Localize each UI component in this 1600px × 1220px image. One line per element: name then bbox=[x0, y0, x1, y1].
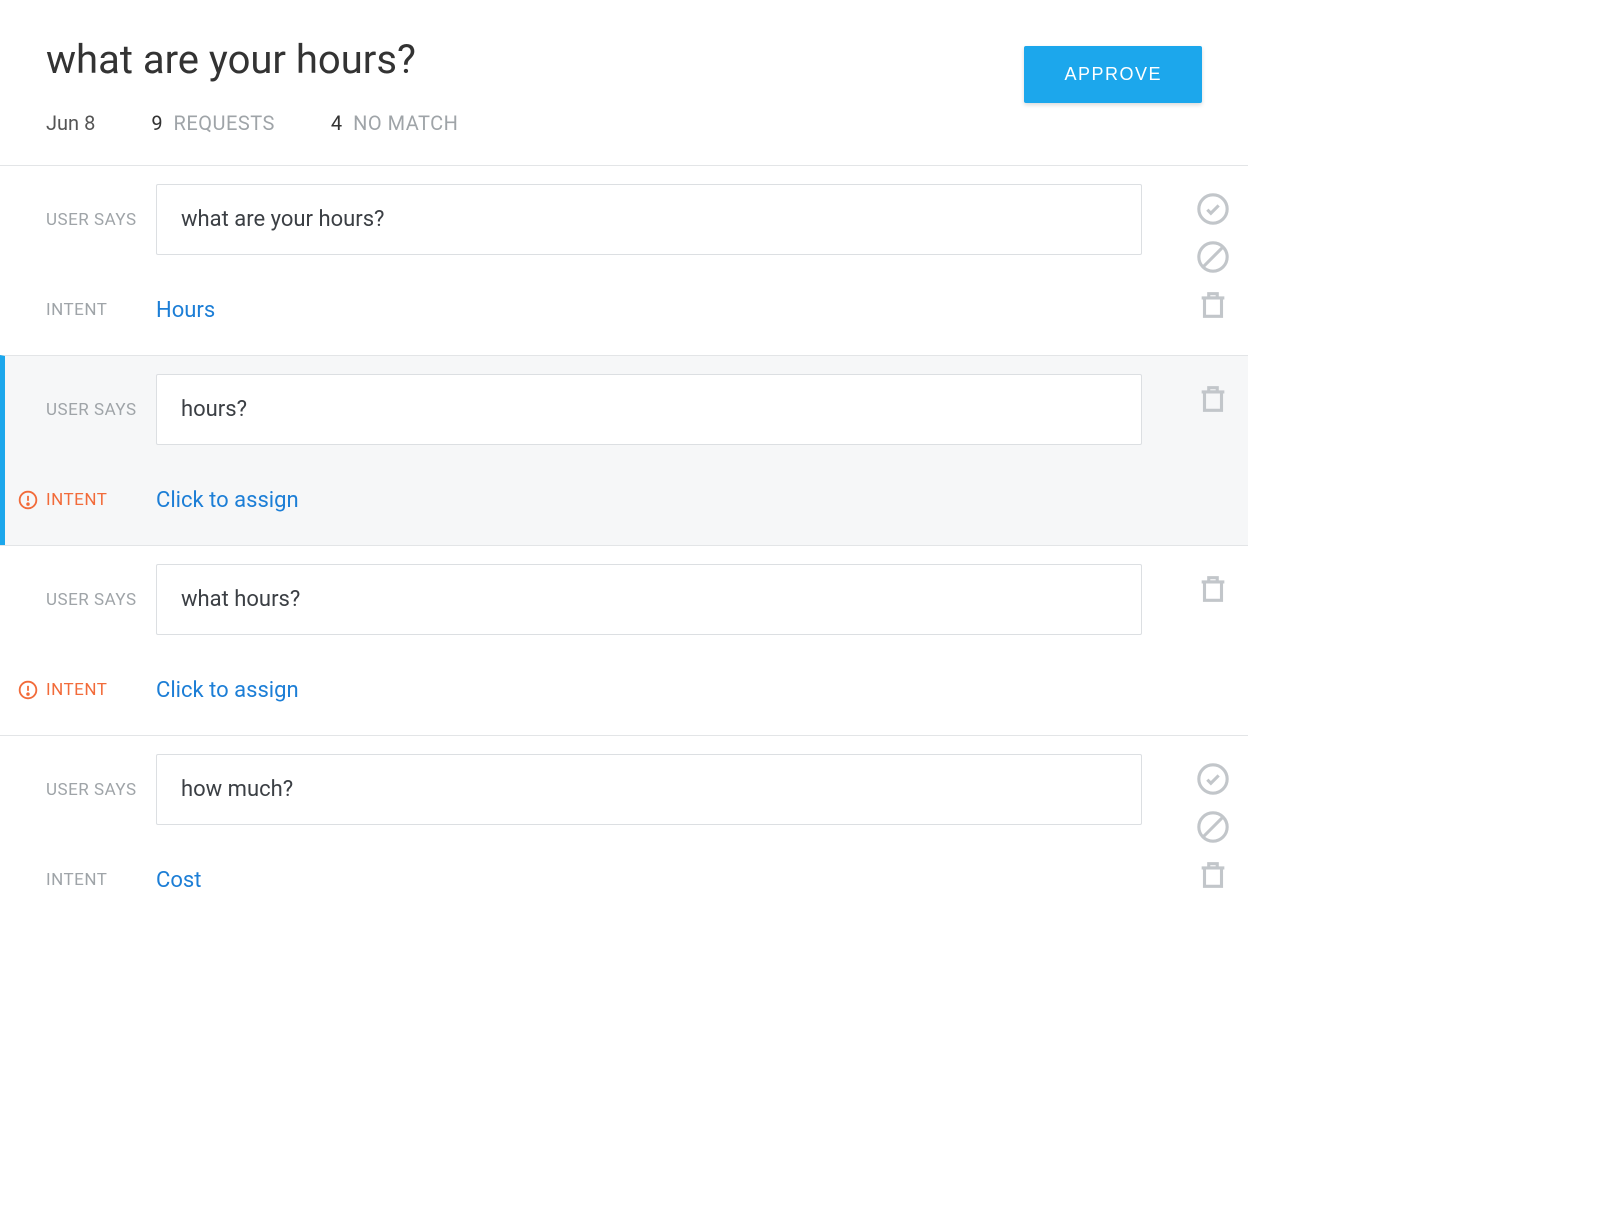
user-says-input[interactable] bbox=[156, 564, 1142, 635]
user-says-label: USER SAYS bbox=[46, 780, 156, 800]
approve-button[interactable]: APPROVE bbox=[1024, 46, 1202, 103]
intent-label: INTENT bbox=[46, 870, 156, 890]
user-says-input[interactable] bbox=[156, 184, 1142, 255]
training-row: USER SAYS INTENT Click to assign bbox=[0, 545, 1248, 735]
nomatch-label: NO MATCH bbox=[353, 111, 458, 135]
trash-icon[interactable] bbox=[1196, 572, 1230, 606]
approve-icon[interactable] bbox=[1196, 192, 1230, 226]
intent-label-text: INTENT bbox=[46, 490, 107, 510]
intent-link[interactable]: Cost bbox=[156, 868, 201, 893]
nomatch-count: 4 bbox=[331, 111, 342, 135]
intent-assign-link[interactable]: Click to assign bbox=[156, 678, 299, 703]
trash-icon[interactable] bbox=[1196, 288, 1230, 322]
intent-label: INTENT bbox=[46, 300, 156, 320]
training-row: USER SAYS INTENT Hours bbox=[0, 165, 1248, 355]
requests-count: 9 bbox=[151, 111, 162, 135]
intent-label-text: INTENT bbox=[46, 680, 107, 700]
meta-nomatch: 4 NO MATCH bbox=[331, 111, 459, 135]
user-says-input[interactable] bbox=[156, 754, 1142, 825]
training-row: USER SAYS INTENT Cost bbox=[0, 735, 1248, 925]
training-row: USER SAYS INTENT Click to assign bbox=[0, 355, 1248, 545]
meta-requests: 9 REQUESTS bbox=[151, 111, 275, 135]
user-says-input[interactable] bbox=[156, 374, 1142, 445]
page-title: what are your hours? bbox=[46, 36, 1024, 83]
intent-link[interactable]: Hours bbox=[156, 298, 215, 323]
alert-icon bbox=[18, 490, 38, 510]
requests-label: REQUESTS bbox=[174, 111, 275, 135]
approve-icon[interactable] bbox=[1196, 762, 1230, 796]
trash-icon[interactable] bbox=[1196, 858, 1230, 892]
meta-row: Jun 8 9 REQUESTS 4 NO MATCH bbox=[46, 111, 1024, 135]
user-says-label: USER SAYS bbox=[46, 400, 156, 420]
deny-icon[interactable] bbox=[1196, 810, 1230, 844]
intent-label-warn: INTENT bbox=[18, 490, 156, 510]
user-says-label: USER SAYS bbox=[46, 590, 156, 610]
alert-icon bbox=[18, 680, 38, 700]
intent-assign-link[interactable]: Click to assign bbox=[156, 488, 299, 513]
meta-date: Jun 8 bbox=[46, 111, 95, 135]
page-header: what are your hours? Jun 8 9 REQUESTS 4 … bbox=[0, 0, 1248, 165]
training-rows: USER SAYS INTENT Hours bbox=[0, 165, 1248, 925]
deny-icon[interactable] bbox=[1196, 240, 1230, 274]
intent-label-warn: INTENT bbox=[18, 680, 156, 700]
user-says-label: USER SAYS bbox=[46, 210, 156, 230]
trash-icon[interactable] bbox=[1196, 382, 1230, 416]
